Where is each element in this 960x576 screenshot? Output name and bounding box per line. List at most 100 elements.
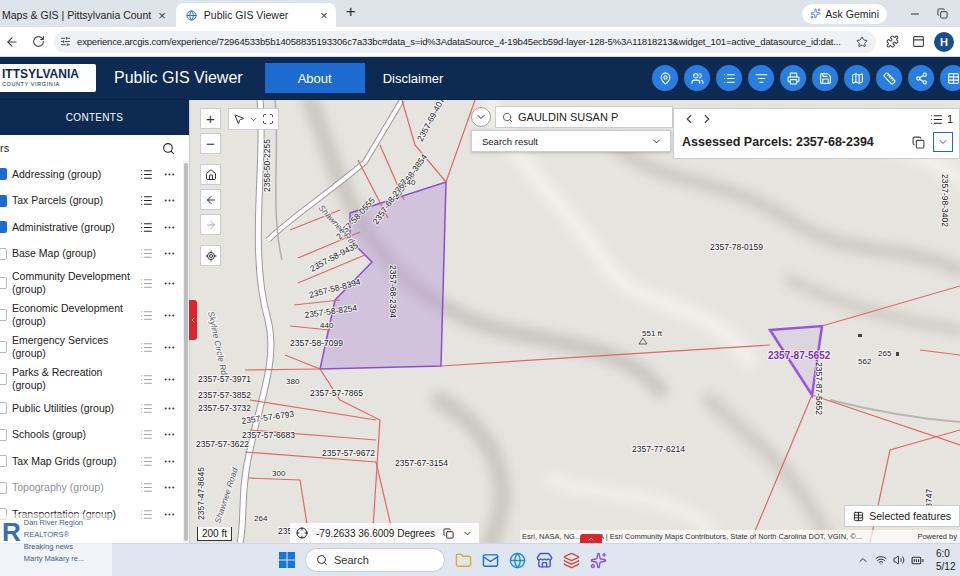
layer-row[interactable]: Addressing (group) — [0, 161, 183, 188]
map-canvas[interactable]: 2358-50-22552357-69-40712357-68-38546402… — [190, 100, 960, 543]
legend-button[interactable] — [135, 402, 158, 415]
layer-checkbox[interactable] — [0, 373, 7, 385]
legend-button[interactable] — [135, 373, 158, 386]
widget-button[interactable] — [684, 65, 710, 91]
scrollbar-thumb[interactable] — [184, 163, 188, 541]
header-nav-button[interactable]: About — [265, 63, 365, 93]
widget-button[interactable] — [748, 65, 774, 91]
widget-button[interactable] — [844, 65, 870, 91]
taskbar-search[interactable]: Search — [305, 548, 445, 572]
zoom-out-button[interactable]: − — [200, 133, 221, 154]
minimize-icon[interactable] — [909, 8, 921, 20]
next-feature-icon[interactable] — [700, 112, 714, 126]
new-tab-button[interactable]: + — [338, 2, 364, 25]
layer-menu-button[interactable] — [158, 168, 181, 181]
layer-checkbox[interactable] — [0, 341, 7, 353]
browser-tab[interactable]: Public GIS Viewer× — [176, 3, 336, 27]
taskbar-app[interactable] — [536, 552, 553, 569]
legend-button[interactable] — [135, 455, 158, 468]
search-result-dropdown[interactable]: Search result — [471, 130, 671, 152]
home-button[interactable] — [200, 164, 221, 185]
map-view[interactable]: 2358-50-22552357-69-40712357-68-38546402… — [190, 100, 960, 543]
layer-menu-button[interactable] — [158, 428, 181, 441]
layer-checkbox[interactable] — [0, 221, 7, 233]
layer-row[interactable]: Schools (group) — [0, 422, 183, 449]
layer-checkbox[interactable] — [0, 277, 7, 289]
layer-row[interactable]: Community Development (group) — [0, 267, 183, 299]
layer-menu-button[interactable] — [158, 341, 181, 354]
side-panel-button[interactable] — [908, 35, 928, 48]
layer-menu-button[interactable] — [158, 373, 181, 386]
collapse-panel-tab[interactable] — [189, 300, 197, 340]
taskbar-app[interactable] — [509, 552, 526, 569]
layer-menu-button[interactable] — [158, 508, 181, 521]
battery-icon[interactable] — [911, 554, 924, 567]
legend-button[interactable] — [135, 508, 158, 521]
next-extent-button[interactable] — [200, 214, 221, 235]
layer-menu-button[interactable] — [158, 455, 181, 468]
header-nav-button[interactable]: Disclaimer — [365, 63, 462, 93]
layer-checkbox[interactable] — [0, 195, 7, 207]
widget-button[interactable] — [908, 65, 934, 91]
selected-features-button[interactable]: Selected features — [844, 505, 960, 527]
taskbar-app[interactable] — [590, 552, 607, 569]
clock[interactable]: 6:05/12 — [936, 547, 960, 573]
scrollbar[interactable] — [183, 161, 189, 543]
widget-button[interactable] — [716, 65, 742, 91]
taskbar-app[interactable] — [482, 552, 499, 569]
widget-button[interactable] — [812, 65, 838, 91]
layer-row[interactable]: Tax Map Grids (group) — [0, 448, 183, 475]
windows-start-icon[interactable] — [279, 552, 295, 568]
layer-menu-button[interactable] — [158, 481, 181, 494]
layer-row[interactable]: Parks & Recreation (group) — [0, 363, 183, 395]
layer-checkbox[interactable] — [0, 248, 7, 260]
volume-icon[interactable] — [893, 554, 905, 566]
locate-button[interactable] — [200, 245, 221, 266]
widget-button[interactable] — [940, 65, 960, 91]
chevron-down-icon[interactable] — [462, 528, 473, 539]
extensions-button[interactable] — [882, 35, 902, 48]
layer-row[interactable]: Administrative (group) — [0, 214, 183, 241]
ask-gemini-button[interactable]: Ask Gemini — [802, 4, 887, 24]
layer-menu-button[interactable] — [158, 247, 181, 260]
zoom-in-button[interactable]: + — [200, 108, 221, 129]
layer-row[interactable]: Economic Development (group) — [0, 299, 183, 331]
search-source-button[interactable] — [471, 107, 491, 127]
widget-button[interactable] — [780, 65, 806, 91]
legend-button[interactable] — [135, 247, 158, 260]
expand-table-tab[interactable] — [580, 534, 602, 543]
layer-checkbox[interactable] — [0, 429, 7, 441]
star-icon[interactable] — [856, 36, 868, 48]
previous-extent-button[interactable] — [200, 189, 221, 210]
tab-close-button[interactable]: × — [158, 9, 166, 22]
layer-checkbox[interactable] — [0, 309, 7, 321]
wifi-icon[interactable] — [875, 554, 887, 566]
layer-row[interactable]: Emergency Services (group) — [0, 331, 183, 363]
widget-button[interactable] — [652, 65, 678, 91]
layer-checkbox[interactable] — [0, 402, 7, 414]
layer-checkbox[interactable] — [0, 455, 7, 467]
legend-button[interactable] — [135, 428, 158, 441]
legend-button[interactable] — [135, 168, 158, 181]
taskbar-app[interactable] — [563, 552, 580, 569]
back-button[interactable] — [2, 35, 22, 49]
layer-row[interactable]: Base Map (group) — [0, 241, 183, 268]
legend-button[interactable] — [135, 309, 158, 322]
legend-button[interactable] — [135, 341, 158, 354]
layer-menu-button[interactable] — [158, 277, 181, 290]
url-field[interactable]: experience.arcgis.com/experience/7296453… — [54, 31, 876, 53]
layer-row[interactable]: Public Utilities (group) — [0, 395, 183, 422]
layer-menu-button[interactable] — [158, 309, 181, 322]
layer-checkbox[interactable] — [0, 482, 7, 494]
legend-button[interactable] — [135, 481, 158, 494]
search-icon[interactable] — [162, 142, 175, 155]
legend-button[interactable] — [135, 194, 158, 207]
copy-icon[interactable] — [443, 528, 454, 539]
tab-close-button[interactable]: × — [320, 9, 328, 22]
select-tool[interactable] — [228, 108, 279, 130]
legend-button[interactable] — [135, 277, 158, 290]
layer-menu-button[interactable] — [158, 194, 181, 207]
copy-icon[interactable] — [912, 136, 925, 149]
widget-button[interactable] — [876, 65, 902, 91]
layer-menu-button[interactable] — [158, 402, 181, 415]
